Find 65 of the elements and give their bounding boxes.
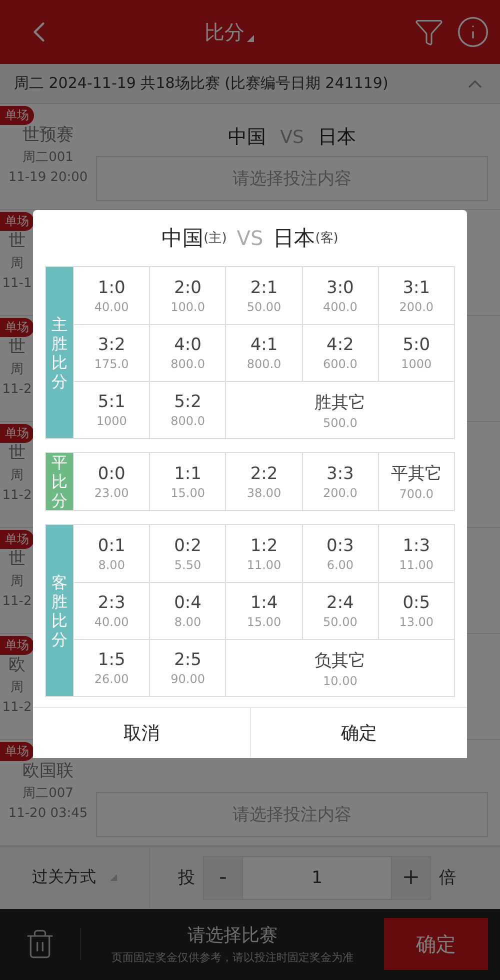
score-option[interactable]: 负其它 10.00	[225, 639, 454, 696]
score-option[interactable]: 5:2 800.0	[149, 381, 226, 438]
filter-icon[interactable]	[414, 17, 444, 48]
score-option[interactable]: 胜其它 500.0	[225, 381, 454, 438]
group-label: 平比分	[46, 453, 73, 510]
ok-button[interactable]: 确定	[250, 708, 467, 758]
away-team: 日本	[318, 125, 356, 150]
score-option[interactable]: 2:3 40.00	[73, 582, 150, 639]
group-label: 客胜比分	[46, 525, 73, 696]
league-name: 欧国联	[22, 760, 74, 784]
single-match-tag: 单场	[0, 318, 34, 338]
score-option[interactable]: 0:5 13.00	[378, 582, 454, 639]
score-option[interactable]: 1:4 15.00	[225, 582, 302, 639]
single-match-tag: 单场	[0, 530, 34, 550]
score-option[interactable]: 0:4 8.00	[149, 582, 226, 639]
league-name: 世预赛	[22, 124, 74, 148]
league-name: 世	[8, 230, 26, 254]
score-option[interactable]: 1:5 26.00	[73, 639, 150, 696]
single-match-tag: 单场	[0, 106, 34, 126]
match-time: 11-2	[2, 593, 32, 612]
match-time: 11-2	[2, 381, 32, 400]
home-team: 中国	[228, 125, 266, 150]
match-number: 周	[10, 255, 24, 274]
score-option[interactable]: 2:5 90.00	[149, 639, 226, 696]
score-option[interactable]: 4:2 600.0	[302, 324, 378, 381]
score-option[interactable]: 4:0 800.0	[149, 324, 226, 381]
match-time: 11-1	[2, 275, 32, 294]
match-number: 周	[10, 361, 24, 380]
away-team: 日本	[273, 225, 316, 252]
score-option[interactable]: 2:4 50.00	[302, 582, 378, 639]
league-name: 欧	[8, 654, 26, 678]
score-option[interactable]: 3:2 175.0	[73, 324, 150, 381]
score-option[interactable]: 5:1 1000	[73, 381, 150, 438]
score-option[interactable]: 5:0 1000	[378, 324, 454, 381]
home-tag: (主)	[204, 229, 227, 247]
match-number: 周二001	[22, 149, 74, 168]
multiplier-unit: 倍	[439, 867, 456, 890]
league-name: 世	[8, 336, 26, 360]
score-option[interactable]: 4:1 800.0	[225, 324, 302, 381]
multiplier-field[interactable]: 1	[243, 856, 391, 900]
prize-note: 页面固定奖金仅供参考，请以投注时固定奖金为准	[112, 950, 354, 966]
info-icon[interactable]	[456, 15, 490, 50]
match-time: 11-19 20:00	[8, 169, 88, 188]
multiplier-label: 投	[178, 867, 195, 890]
date-summary: 周二 2024-11-19 共18场比赛 (比赛编号日期 241119)	[14, 74, 390, 94]
single-match-tag: 单场	[0, 742, 34, 762]
dropdown-triangle-icon	[110, 874, 117, 882]
dropdown-triangle-icon	[246, 34, 254, 42]
match-time: 11-2	[2, 699, 32, 718]
match-time: 11-20 03:45	[8, 805, 88, 824]
single-match-tag: 单场	[0, 636, 34, 656]
league-name: 世	[8, 442, 26, 466]
match-number: 周	[10, 467, 24, 486]
single-match-tag: 单场	[0, 424, 34, 444]
match-time: 11-2	[2, 487, 32, 506]
away-tag: (客)	[315, 229, 338, 247]
match-number: 周	[10, 679, 24, 698]
selection-status: 请选择比赛	[188, 924, 278, 948]
single-match-tag: 单场	[0, 212, 34, 232]
match-number: 周二007	[22, 785, 74, 804]
group-label: 主胜比分	[46, 267, 73, 438]
home-team: 中国	[162, 225, 204, 252]
league-name: 世	[8, 548, 26, 572]
match-number: 周	[10, 573, 24, 592]
versus-label: VS	[236, 226, 264, 250]
